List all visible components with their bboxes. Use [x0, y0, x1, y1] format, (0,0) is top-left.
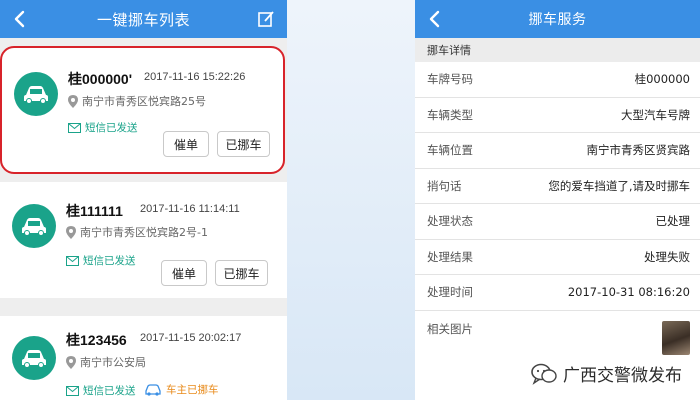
car-icon: [12, 204, 56, 248]
wechat-icon: [531, 363, 557, 385]
envelope-icon: [66, 255, 79, 266]
detail-title: 挪车服务: [528, 12, 587, 28]
sms-status: 短信已发送: [66, 253, 136, 268]
record-address: 南宁市青秀区悦宾路25号: [68, 93, 206, 109]
parking-list-screen: 一键挪车列表 桂000000' 2017-11-16 15:22:26 南宁市青…: [0, 0, 287, 400]
related-photo-thumbnail[interactable]: [662, 320, 690, 355]
edit-icon[interactable]: [257, 10, 275, 28]
owner-moved-status: 车主已挪车: [144, 382, 219, 397]
row-value: 已处理: [655, 214, 691, 229]
back-arrow-icon[interactable]: [10, 9, 30, 29]
row-label: 车辆类型: [427, 107, 473, 122]
urge-button[interactable]: 催单: [161, 260, 207, 286]
row-label: 处理时间: [427, 285, 473, 300]
row-value: 南宁市青秀区贤宾路: [586, 143, 691, 158]
record-time: 2017-11-16 15:22:26: [144, 71, 246, 83]
service-detail-screen: 挪车服务 挪车详情 车牌号码 桂000000 车辆类型 大型汽车号牌 车辆位置 …: [415, 0, 700, 400]
record-card[interactable]: 桂000000' 2017-11-16 15:22:26 南宁市青秀区悦宾路25…: [0, 46, 285, 174]
car-moved-button[interactable]: 已挪车: [215, 260, 268, 286]
plate-number: 桂123456: [66, 332, 127, 348]
section-header: 挪车详情: [415, 38, 700, 62]
detail-row-status: 处理状态 已处理: [415, 204, 700, 240]
row-label: 车牌号码: [427, 72, 473, 87]
row-value: 2017-10-31 08:16:20: [567, 285, 690, 300]
location-pin-icon: [68, 94, 78, 108]
detail-row-vehicle-type: 车辆类型 大型汽车号牌: [415, 98, 700, 133]
detail-row-plate: 车牌号码 桂000000: [415, 62, 700, 98]
record-card[interactable]: 桂123456 2017-11-15 20:02:17 南宁市公安局 短信已发送…: [0, 316, 287, 400]
detail-header: 挪车服务: [415, 0, 700, 38]
plate-number: 桂000000': [68, 71, 133, 87]
envelope-icon: [68, 122, 81, 133]
car-outline-icon: [145, 383, 161, 396]
row-value: 您的爱车挡道了,请及时挪车: [548, 178, 690, 193]
location-pin-icon: [66, 355, 76, 369]
list-header: 一键挪车列表: [0, 0, 287, 38]
record-address: 南宁市公安局: [66, 354, 146, 370]
envelope-icon: [66, 385, 79, 396]
sms-status: 短信已发送: [68, 120, 138, 135]
record-address: 南宁市青秀区悦宾路2号-1: [66, 224, 208, 240]
detail-row-location: 车辆位置 南宁市青秀区贤宾路: [415, 133, 700, 169]
watermark: 广西交警微发布: [531, 361, 682, 386]
record-card[interactable]: 桂111111 2017-11-16 11:14:11 南宁市青秀区悦宾路2号-…: [0, 182, 287, 298]
record-time: 2017-11-15 20:02:17: [140, 332, 242, 344]
car-icon: [14, 72, 58, 116]
row-label: 车辆位置: [427, 143, 473, 158]
row-label: 处理结果: [427, 249, 473, 264]
watermark-text: 广西交警微发布: [563, 366, 682, 386]
urge-button[interactable]: 催单: [163, 131, 209, 157]
row-label: 处理状态: [427, 214, 473, 229]
row-label: 捎句话: [427, 178, 462, 193]
detail-row-result: 处理结果 处理失败: [415, 240, 700, 275]
row-label: 相关图片: [427, 321, 473, 336]
car-moved-button[interactable]: 已挪车: [217, 131, 270, 157]
back-arrow-icon[interactable]: [425, 9, 445, 29]
list-title: 一键挪车列表: [96, 10, 190, 29]
location-pin-icon: [66, 225, 76, 239]
sms-status: 短信已发送: [66, 383, 136, 398]
car-icon: [12, 336, 56, 380]
detail-row-message: 捎句话 您的爱车挡道了,请及时挪车: [415, 169, 700, 204]
row-value: 处理失败: [644, 249, 690, 264]
row-value: 大型汽车号牌: [621, 107, 690, 122]
record-time: 2017-11-16 11:14:11: [140, 203, 240, 215]
detail-row-time: 处理时间 2017-10-31 08:16:20: [415, 275, 700, 311]
plate-number: 桂111111: [66, 203, 123, 219]
row-value: 桂000000: [634, 72, 690, 87]
